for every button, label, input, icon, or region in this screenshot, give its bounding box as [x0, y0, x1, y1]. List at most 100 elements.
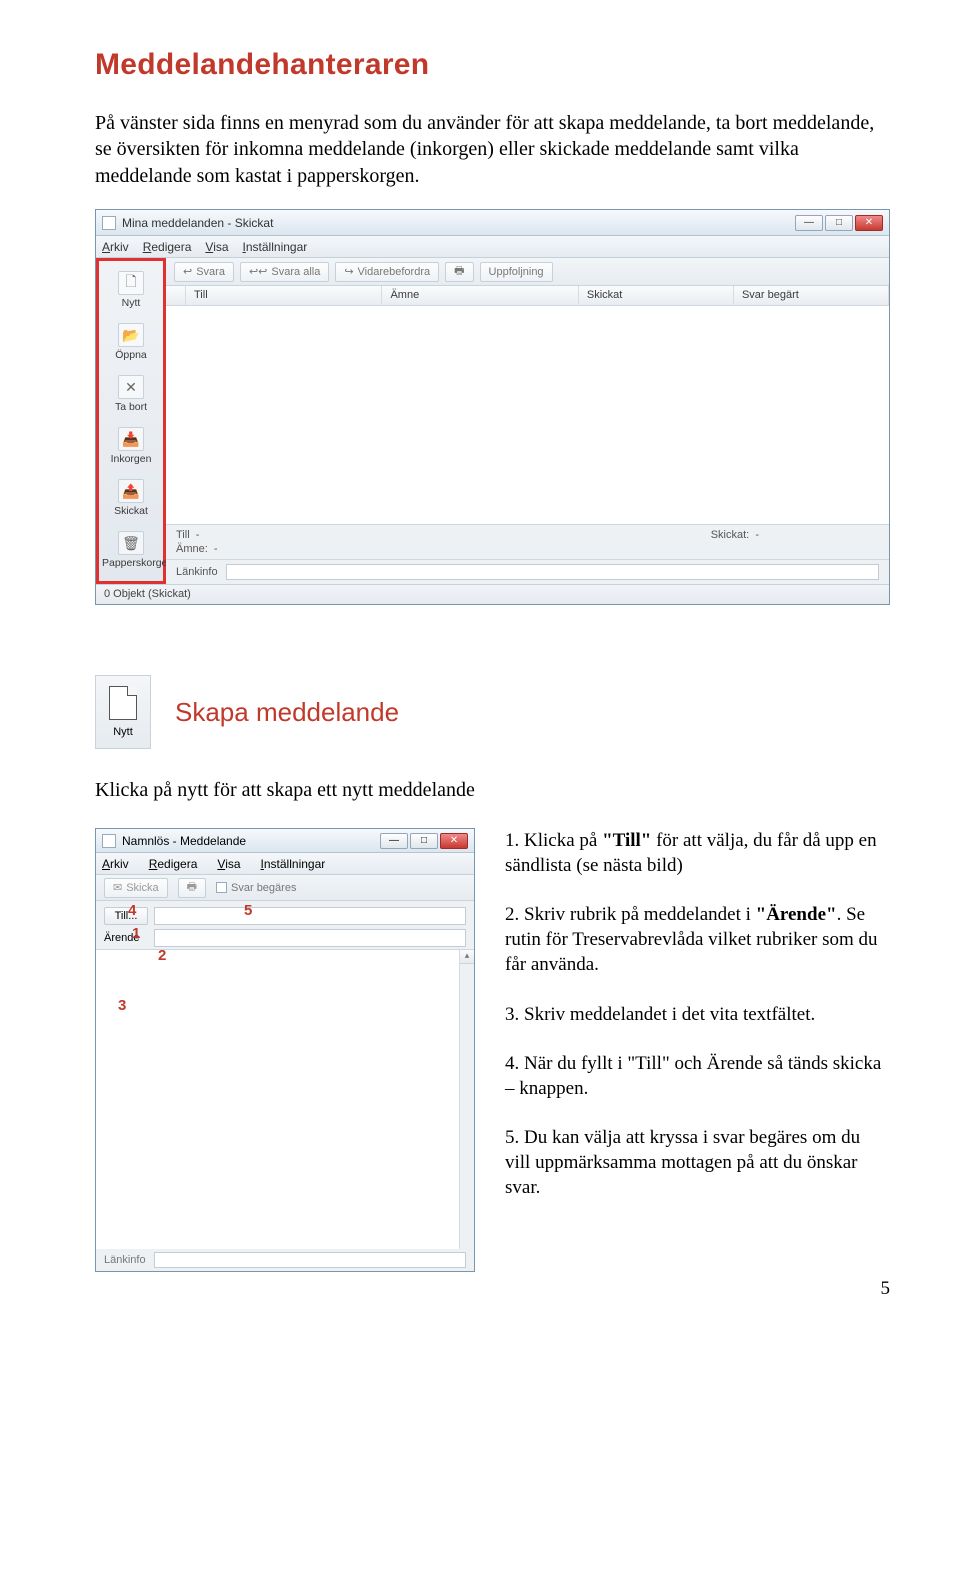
step-text: 4. När du fyllt i "Till" och Ärende så t… [505, 1051, 890, 1101]
steps-list: 1. Klicka på "Till" för att välja, du få… [505, 828, 890, 1224]
close-button[interactable]: ✕ [440, 833, 468, 849]
col-skickat[interactable]: Skickat [579, 286, 734, 305]
btn-vidarebefordra[interactable]: ↪ Vidarebefordra [335, 262, 439, 282]
btn-till[interactable]: Till... [104, 907, 148, 925]
sidebtn-label: Öppna [115, 349, 147, 361]
titlebar[interactable]: Namnlös - Meddelande — □ ✕ [96, 829, 474, 853]
btn-label: Uppfoljning [489, 266, 544, 278]
nytt-label: Nytt [113, 726, 133, 738]
window-title: Mina meddelanden - Skickat [122, 216, 273, 230]
menu-arkiv[interactable]: Arkiv [102, 857, 129, 871]
titlebar[interactable]: Mina meddelanden - Skickat — □ ✕ [96, 210, 889, 236]
trash-icon: 🗑 [118, 531, 144, 555]
sidebtn-label: Nytt [122, 297, 141, 309]
lead-text: Klicka på nytt för att skapa ett nytt me… [95, 779, 890, 802]
lbl-till: Till [176, 529, 190, 541]
menu-redigera[interactable]: Redigera [143, 240, 192, 254]
sidebtn-label: Ta bort [115, 401, 147, 413]
compose-window: Namnlös - Meddelande — □ ✕ Arkiv Rediger… [95, 828, 475, 1272]
btn-skicka[interactable]: ✉ Skicka [104, 878, 168, 898]
reply-icon: ↩ [183, 265, 192, 278]
page-number: 5 [95, 1278, 890, 1300]
btn-print[interactable]: 🖶 [178, 878, 206, 898]
close-button[interactable]: ✕ [855, 215, 883, 231]
messages-window: Mina meddelanden - Skickat — □ ✕ Arkiv R… [95, 209, 890, 605]
lbl-amne: Ämne: [176, 543, 208, 555]
print-icon: 🖶 [187, 878, 197, 897]
btn-uppfoljning[interactable]: Uppfoljning [480, 262, 553, 282]
step-text: 2. Skriv rubrik på meddelandet i [505, 904, 756, 925]
step-text: 3. Skriv meddelandet i det vita textfält… [505, 1002, 890, 1027]
maximize-button[interactable]: □ [410, 833, 438, 849]
annot-3: 3 [118, 997, 126, 1014]
replyall-icon: ↩↩ [249, 265, 267, 278]
scrollbar[interactable]: ▴ [459, 950, 474, 1249]
send-icon: ✉ [113, 881, 122, 894]
inbox-icon: 📥 [118, 427, 144, 451]
sidebtn-papperskorg[interactable]: 🗑Papperskorgen [102, 525, 160, 577]
field-till[interactable] [154, 907, 466, 925]
col-svarbegart[interactable]: Svar begärt [734, 286, 889, 305]
sidebtn-label: Skickat [114, 505, 148, 517]
scroll-up-icon[interactable]: ▴ [460, 950, 474, 964]
list-header: Till Ämne Skickat Svar begärt [166, 286, 889, 306]
checkbox-icon [216, 882, 227, 893]
step-text: 1. Klicka på [505, 830, 602, 851]
step-text: 5. Du kan välja att kryssa i svar begäre… [505, 1125, 890, 1200]
sidebtn-skickat[interactable]: 📤 Skickat [102, 473, 160, 525]
menu-visa[interactable]: Visa [205, 240, 228, 254]
status-bar: 0 Objekt (Skickat) [96, 584, 889, 604]
nytt-big-button[interactable]: Nytt [95, 675, 151, 749]
btn-print[interactable]: 🖶 [445, 262, 473, 282]
chk-svarbegaras[interactable]: Svar begäres [216, 882, 296, 894]
val-till: - [196, 529, 200, 541]
annot-4: 4 [128, 902, 136, 919]
sidebtn-label: Inkorgen [111, 453, 152, 465]
message-list[interactable] [166, 306, 889, 524]
col-till[interactable]: Till [186, 286, 382, 305]
sidebtn-oppna[interactable]: 📂 Öppna [102, 317, 160, 369]
window-icon [102, 834, 116, 848]
btn-label: Vidarebefordra [358, 266, 431, 278]
chk-label: Svar begäres [231, 882, 296, 894]
btn-label: Skicka [126, 882, 158, 894]
linkinfo-field[interactable] [154, 1252, 466, 1268]
linkinfo-row: Länkinfo [166, 559, 889, 584]
lbl-linkinfo: Länkinfo [104, 1254, 146, 1266]
sent-icon: 📤 [118, 479, 144, 503]
doc-icon [109, 686, 137, 720]
btn-svaraalla[interactable]: ↩↩ Svara alla [240, 262, 329, 282]
compose-body[interactable]: ▴ [96, 949, 474, 1249]
btn-label: Svara alla [271, 266, 320, 278]
val-amne: - [214, 543, 218, 555]
btn-svara[interactable]: ↩Svara [174, 262, 234, 282]
menu-installningar[interactable]: Inställningar [243, 240, 308, 254]
maximize-button[interactable]: □ [825, 215, 853, 231]
menu-redigera[interactable]: Redigera [149, 857, 198, 871]
sidebtn-label: Papperskorgen [102, 557, 173, 569]
val-skickat: - [755, 529, 759, 541]
linkinfo-field[interactable] [226, 564, 879, 580]
open-icon: 📂 [118, 323, 144, 347]
print-icon: 🖶 [454, 262, 464, 281]
sidebtn-nytt[interactable]: 🗋 Nytt [102, 265, 160, 317]
lbl-linkinfo: Länkinfo [176, 566, 218, 578]
menu-arkiv[interactable]: Arkiv [102, 240, 129, 254]
menu-installningar[interactable]: Inställningar [261, 857, 326, 871]
side-toolbar: 🗋 Nytt 📂 Öppna ✕Ta bort 📥 Inkorgen 📤 Skickat… [96, 258, 166, 584]
window-title: Namnlös - Meddelande [122, 834, 246, 848]
annot-5: 5 [244, 902, 252, 919]
minimize-button[interactable]: — [380, 833, 408, 849]
menu-visa[interactable]: Visa [217, 857, 240, 871]
sub-heading: Skapa meddelande [175, 697, 399, 728]
page-title: Meddelandehanteraren [95, 48, 890, 82]
col-amne[interactable]: Ämne [382, 286, 578, 305]
sidebtn-tabort[interactable]: ✕Ta bort [102, 369, 160, 421]
field-arende[interactable] [154, 929, 466, 947]
sidebtn-inkorgen[interactable]: 📥 Inkorgen [102, 421, 160, 473]
window-icon [102, 216, 116, 230]
minimize-button[interactable]: — [795, 215, 823, 231]
forward-icon: ↪ [344, 265, 353, 278]
step-bold: "Ärende" [756, 904, 837, 925]
doc-icon: 🗋 [118, 271, 144, 295]
